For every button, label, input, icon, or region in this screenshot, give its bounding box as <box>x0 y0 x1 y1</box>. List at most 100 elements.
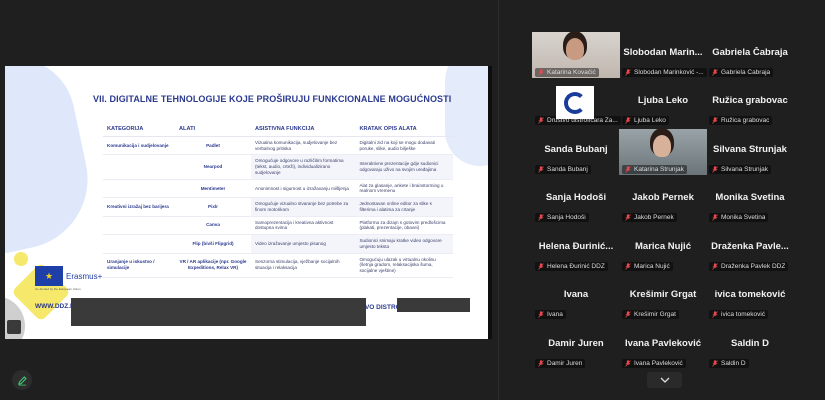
slide-title: VII. DIGITALNE TEHNOLOGIJE KOJE PROŠIRUJ… <box>93 94 452 104</box>
cell-tool: Mentimeter <box>175 179 251 199</box>
table-row: Nearpod Omogućuje odgovore u različitim f… <box>103 154 453 180</box>
participant-label-text: Katarina Kovačić <box>547 69 596 76</box>
participant-tile[interactable]: Gabriela Čabraja Gabriela Čabraja <box>706 32 794 78</box>
participant-name: ivica tomeković <box>714 289 786 300</box>
participant-label: Gabriela Čabraja <box>709 68 774 77</box>
table-row: Komunikacija i sudjelovanje Padlet Vizualn… <box>103 136 453 156</box>
cell-func: Anonimnost i sigurnost u izražavanju miš… <box>251 179 356 199</box>
participant-name: Sanda Bubanj <box>544 144 608 155</box>
participant-name: Monika Svetina <box>715 192 785 203</box>
participant-tile[interactable]: Katarina Strunjak <box>619 129 707 175</box>
participant-tile[interactable]: Ljuba Leko Ljuba Leko <box>619 80 707 126</box>
tools-table: KATEGORIJA ALATI ASISTIVNA FUNKCIJA KRAT… <box>103 122 453 278</box>
participant-name: Ivana <box>563 289 589 300</box>
participant-label-text: Ružica grabovac <box>721 117 770 124</box>
cell-desc: Digitalni zid na koji se mogu dodavati p… <box>355 136 453 156</box>
participant-tile[interactable]: Damir Juren Damir Juren <box>532 323 620 369</box>
website-text: WWW.DDZ.H <box>35 303 75 310</box>
shared-slide: VII. DIGITALNE TEHNOLOGIJE KOJE PROŠIRUJ… <box>5 66 492 339</box>
cell-desc: Sudionici snimaju kratke video odgovore … <box>355 234 453 254</box>
participant-name: Saldin D <box>730 338 769 349</box>
participant-tile[interactable]: Helena Đurinić... Helena Đurinić DDZ <box>532 226 620 272</box>
mic-muted-icon <box>538 360 544 367</box>
participant-name: Marica Nujić <box>635 241 691 252</box>
cell-desc: Jednostavan online editor za slike s fil… <box>355 197 453 217</box>
participant-tile[interactable]: Ružica grabovac Ružica grabovac <box>706 80 794 126</box>
participant-tile[interactable]: Silvana Strunjak Silvana Strunjak <box>706 129 794 175</box>
cell-tool: Nearpod <box>175 154 251 180</box>
table-row: Canva Samoprezentacija i kreativna aktivn… <box>103 216 453 236</box>
participant-label: Sanja Hodoši <box>535 213 589 222</box>
redaction-bar <box>71 298 366 326</box>
erasmus-logo: ★ Erasmus+ <box>35 266 102 286</box>
cell-desc: Interaktivne prezentacije gdje sudionici… <box>355 154 453 180</box>
mic-muted-icon <box>712 166 718 173</box>
mic-muted-icon <box>538 214 544 221</box>
participant-label-text: Katarina Strunjak <box>634 166 684 173</box>
mic-muted-icon <box>712 263 718 270</box>
participant-name: Ivana Pavleković <box>624 338 702 349</box>
participant-tile[interactable]: Sanda Bubanj Sanda Bubanj <box>532 129 620 175</box>
participant-name: Helena Đurinić... <box>538 241 614 252</box>
cell-cat <box>103 154 175 180</box>
mic-muted-icon <box>625 263 631 270</box>
participant-tile[interactable]: Ivana Ivana <box>532 274 620 320</box>
participant-tile[interactable]: Jakob Pernek Jakob Pernek <box>619 177 707 223</box>
mic-muted-icon <box>625 311 631 318</box>
participant-label: Sanda Bubanj <box>535 165 591 174</box>
participant-label-text: Jakob Pernek <box>634 214 674 221</box>
participant-label-text: Damir Juren <box>547 360 583 367</box>
decor-blue-shape <box>5 66 101 255</box>
panel-divider <box>498 0 499 400</box>
header-alati: ALATI <box>175 122 251 137</box>
person-face <box>653 135 671 157</box>
participant-label-text: Sanja Hodoši <box>547 214 586 221</box>
participant-tile[interactable]: Krešimir Grgat Krešimir Grgat <box>619 274 707 320</box>
cell-cat <box>103 216 175 236</box>
participant-label: Saldin D <box>709 359 749 368</box>
participant-label: Jakob Pernek <box>622 213 677 222</box>
participant-label-text: Marica Nujić <box>634 263 670 270</box>
mic-muted-icon <box>538 117 544 124</box>
participant-label-text: ivica tomeković <box>721 311 766 318</box>
annotate-button[interactable] <box>12 370 32 390</box>
table-row: Flip (bivši Flipgrid) Video izražavanje u… <box>103 234 453 254</box>
participant-label-text: Gabriela Čabraja <box>721 69 771 76</box>
mic-muted-icon <box>712 311 718 318</box>
table-row: Uranjanje u iskustvo / simulacije VR / AR… <box>103 253 453 278</box>
participant-label-text: Ivana <box>547 311 563 318</box>
mic-muted-icon <box>538 166 544 173</box>
cell-cat: Uranjanje u iskustvo / simulacije <box>103 253 175 278</box>
decor-yellow-dot <box>14 252 28 266</box>
participant-tile[interactable]: Ivana Pavleković Ivana Pavleković <box>619 323 707 369</box>
participant-tile[interactable]: Marica Nujić Marica Nujić <box>619 226 707 272</box>
participant-tile[interactable]: Slobodan Marin... Slobodan Marinković -..… <box>619 32 707 78</box>
table-row: Kreativni izražaj bez barijera Pixlr Omogu… <box>103 197 453 217</box>
participant-tile[interactable]: Monika Svetina Monika Svetina <box>706 177 794 223</box>
mic-muted-icon <box>538 263 544 270</box>
cell-func: Vizualna komunikacija, sudjelovanje bez … <box>251 136 356 156</box>
participant-tile[interactable]: Katarina Kovačić <box>532 32 620 78</box>
participant-name: Damir Juren <box>548 338 604 349</box>
participant-tile[interactable]: ivica tomeković ivica tomeković <box>706 274 794 320</box>
slide-scrollbar[interactable] <box>488 66 492 339</box>
mic-muted-icon <box>625 69 631 76</box>
participant-label: Silvana Strunjak <box>709 165 771 174</box>
mic-muted-icon <box>712 214 718 221</box>
participant-tile[interactable]: Sanja Hodoši Sanja Hodoši <box>532 177 620 223</box>
participant-name: Draženka Pavle... <box>711 241 789 252</box>
cell-func: Video izražavanje umjesto pisanog <box>251 234 356 254</box>
participant-tile[interactable]: Draženka Pavle... Draženka Pavlek DDZ <box>706 226 794 272</box>
participant-name: Gabriela Čabraja <box>712 47 788 58</box>
header-asistivna: ASISTIVNA FUNKCIJA <box>251 122 356 137</box>
participant-label-text: Slobodan Marinković -... <box>634 69 704 76</box>
erasmus-text: Erasmus+ <box>66 271 103 281</box>
participant-label: Marica Nujić <box>622 262 673 271</box>
redaction-bar-small <box>397 298 470 312</box>
cell-func: Senzorna stimulacija, vježbanje socijaln… <box>251 253 356 278</box>
participant-name: Sanja Hodoši <box>545 192 607 203</box>
show-more-button[interactable] <box>647 372 682 388</box>
participant-label: Katarina Kovačić <box>535 68 599 77</box>
eu-cofunded-text: Co-funded by the European Union <box>35 287 81 291</box>
participant-tile[interactable]: Saldin D Saldin D <box>706 323 794 369</box>
